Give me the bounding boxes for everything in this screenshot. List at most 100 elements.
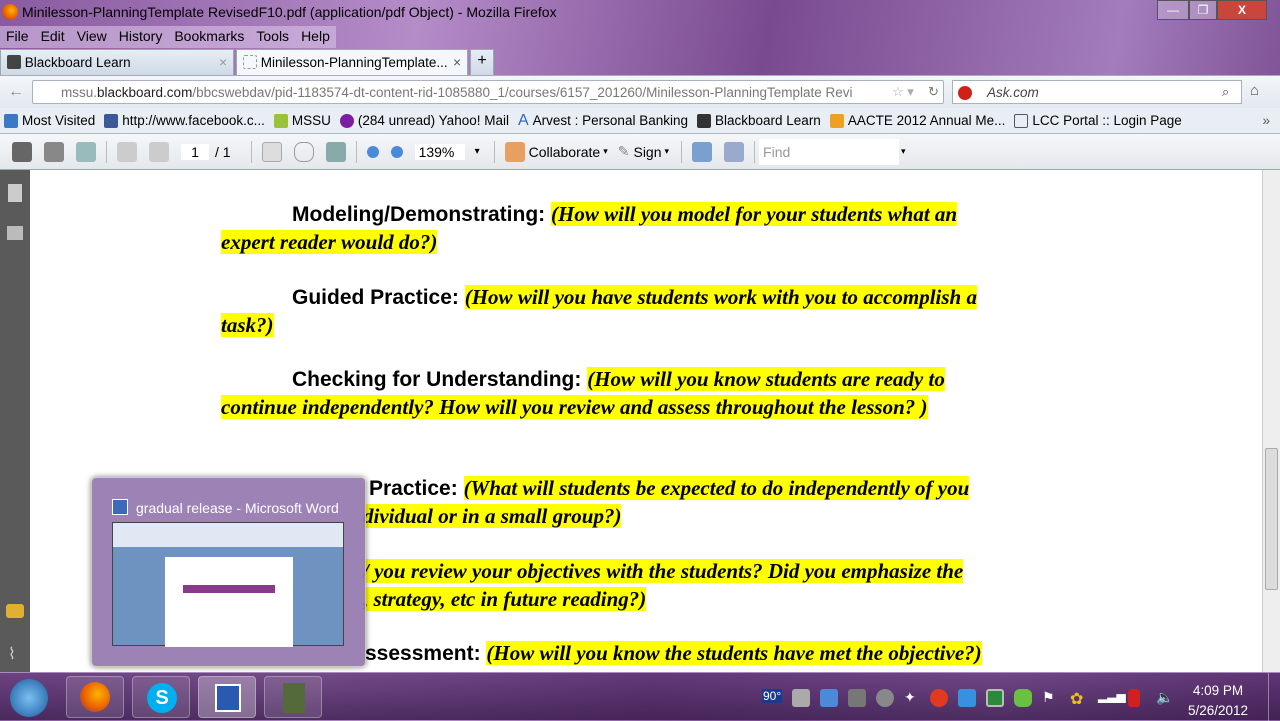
fit-page-icon[interactable] bbox=[724, 141, 745, 162]
volume-icon[interactable]: 🔈 bbox=[1156, 689, 1174, 707]
pages-icon[interactable] bbox=[8, 184, 22, 202]
separator bbox=[106, 140, 107, 163]
section-heading: Guided Practice: bbox=[292, 286, 459, 309]
marquee-zoom-icon[interactable] bbox=[325, 141, 346, 162]
flower-icon[interactable]: ✿ bbox=[1070, 689, 1088, 708]
taskbar-microsoft-word[interactable] bbox=[198, 676, 256, 718]
section-prompt: expert reader would do?) bbox=[221, 230, 438, 254]
close-button[interactable]: X bbox=[1217, 0, 1267, 20]
find-input[interactable]: Find bbox=[759, 138, 900, 165]
zoom-out-icon[interactable] bbox=[366, 145, 379, 158]
back-arrow-icon[interactable]: ← bbox=[8, 83, 24, 101]
bookmark-lcc-portal[interactable]: LCC Portal :: Login Page bbox=[1010, 113, 1186, 128]
next-page-icon[interactable] bbox=[149, 141, 169, 162]
search-magnifier-icon[interactable]: ⌕ bbox=[1222, 84, 1229, 100]
section-checking-understanding: Checking for Understanding: (How will yo… bbox=[292, 366, 945, 393]
collaborate-icon bbox=[504, 141, 525, 162]
fit-width-icon[interactable] bbox=[692, 141, 713, 162]
menu-tools[interactable]: Tools bbox=[250, 26, 295, 48]
comments-icon[interactable] bbox=[6, 604, 24, 618]
menu-help[interactable]: Help bbox=[295, 26, 336, 48]
vertical-scrollbar[interactable] bbox=[1262, 170, 1280, 672]
clock-time: 4:09 PM bbox=[1192, 683, 1244, 698]
network-disconnected-icon[interactable] bbox=[792, 689, 810, 707]
section-prompt: dividual or in a small group?) bbox=[363, 504, 622, 528]
tab-close-icon[interactable]: × bbox=[453, 55, 461, 70]
bookmarks-overflow-button[interactable]: » bbox=[1262, 113, 1270, 128]
menu-view[interactable]: View bbox=[71, 26, 113, 48]
start-button[interactable] bbox=[10, 679, 48, 717]
sign-button[interactable]: Sign bbox=[633, 144, 661, 160]
tab-label: Blackboard Learn bbox=[24, 55, 131, 70]
sync-icon[interactable] bbox=[876, 689, 894, 707]
minimize-button[interactable]: — bbox=[1157, 0, 1189, 20]
home-icon[interactable]: ⌂ bbox=[1250, 82, 1259, 99]
select-tool-icon[interactable] bbox=[261, 141, 282, 162]
network-icon[interactable] bbox=[820, 689, 838, 707]
show-desktop-button[interactable] bbox=[1268, 673, 1280, 721]
tab-minilesson-pdf[interactable]: Minilesson-PlanningTemplate... × bbox=[236, 49, 468, 75]
bookmark-aacte[interactable]: AACTE 2012 Annual Me... bbox=[826, 113, 1011, 128]
antivirus-icon[interactable] bbox=[930, 689, 948, 707]
bookmark-star-icon[interactable]: ☆ ▾ bbox=[892, 84, 914, 100]
menu-history[interactable]: History bbox=[113, 26, 169, 48]
menu-file[interactable]: File bbox=[0, 26, 35, 48]
device-icon[interactable] bbox=[848, 689, 866, 707]
restore-button[interactable]: ❐ bbox=[1189, 0, 1217, 20]
app-tray-icon[interactable] bbox=[958, 689, 976, 707]
bookmark-label: MSSU bbox=[291, 113, 331, 128]
page-number-input[interactable]: 1 bbox=[181, 143, 209, 160]
section-assessment: ssessment: (How will you know the studen… bbox=[365, 640, 982, 667]
ask-logo-icon[interactable] bbox=[958, 86, 972, 100]
section-heading: Checking for Understanding: bbox=[292, 368, 582, 391]
hand-tool-icon[interactable] bbox=[293, 141, 314, 162]
section-prompt: continue independently? How will you rev… bbox=[221, 395, 928, 419]
check-icon[interactable] bbox=[1014, 689, 1032, 707]
print-icon[interactable] bbox=[12, 141, 32, 162]
menu-edit[interactable]: Edit bbox=[35, 26, 71, 48]
chevron-down-icon: ▾ bbox=[603, 146, 608, 156]
pin-icon[interactable]: ✦ bbox=[904, 689, 922, 707]
separator bbox=[250, 140, 252, 163]
email-icon[interactable] bbox=[76, 141, 96, 162]
page-total: / 1 bbox=[215, 143, 231, 160]
bookmark-facebook[interactable]: http://www.facebook.c... bbox=[100, 113, 270, 128]
tab-strip: Blackboard Learn × Minilesson-PlanningTe… bbox=[0, 49, 1280, 75]
menu-bookmarks[interactable]: Bookmarks bbox=[168, 26, 250, 48]
bookmark-label: LCC Portal :: Login Page bbox=[1032, 113, 1182, 128]
zoom-in-icon[interactable] bbox=[390, 145, 403, 158]
signal-icon[interactable]: ▂▃▅ bbox=[1098, 689, 1126, 707]
attachments-binoculars-icon[interactable] bbox=[7, 226, 23, 240]
zoom-level-input[interactable]: 139% bbox=[414, 143, 465, 160]
section-prompt: (How will you know the students have met… bbox=[486, 641, 982, 665]
taskbar-camtasia[interactable] bbox=[264, 676, 322, 718]
collaborate-button[interactable]: Collaborate bbox=[529, 144, 601, 160]
tab-blackboard-learn[interactable]: Blackboard Learn × bbox=[0, 49, 234, 75]
bookmark-mssu[interactable]: MSSU bbox=[270, 113, 336, 128]
save-icon[interactable] bbox=[44, 141, 64, 162]
action-center-flag-icon[interactable]: ⚑ bbox=[1042, 689, 1060, 707]
scrollbar-thumb[interactable] bbox=[1265, 448, 1278, 590]
zoom-dropdown-icon[interactable]: ▾ bbox=[475, 146, 480, 157]
bookmark-yahoo-mail[interactable]: (284 unread) Yahoo! Mail bbox=[336, 113, 514, 128]
system-clock[interactable]: 4:09 PM 5/26/2012 bbox=[1188, 681, 1248, 721]
url-input[interactable]: mssu.blackboard.com/bbcswebdav/pid-11835… bbox=[32, 80, 944, 104]
bookmark-blackboard[interactable]: Blackboard Learn bbox=[693, 113, 826, 128]
bookmark-label: AACTE 2012 Annual Me... bbox=[847, 113, 1006, 128]
taskbar-thumbnail-preview[interactable]: gradual release - Microsoft Word bbox=[91, 477, 366, 667]
find-dropdown-icon[interactable]: ▾ bbox=[901, 146, 906, 157]
taskbar-skype[interactable]: S bbox=[132, 676, 190, 718]
previous-page-icon[interactable] bbox=[117, 141, 137, 162]
bookmark-arvest[interactable]: A Arvest : Personal Banking bbox=[514, 112, 693, 130]
new-tab-button[interactable]: + bbox=[470, 49, 494, 75]
battery-icon[interactable] bbox=[1128, 689, 1140, 707]
tab-close-icon[interactable]: × bbox=[219, 55, 227, 70]
bookmark-most-visited[interactable]: Most Visited bbox=[0, 113, 100, 128]
display-icon[interactable] bbox=[986, 689, 1004, 707]
reload-icon[interactable]: ↻ bbox=[928, 84, 939, 100]
weather-widget[interactable]: 90° bbox=[762, 689, 783, 703]
taskbar-firefox[interactable] bbox=[66, 676, 124, 718]
search-input[interactable]: Ask.com bbox=[952, 80, 1242, 104]
paperclip-icon[interactable]: ⌇ bbox=[8, 644, 16, 664]
word-window-thumbnail[interactable] bbox=[112, 522, 344, 647]
